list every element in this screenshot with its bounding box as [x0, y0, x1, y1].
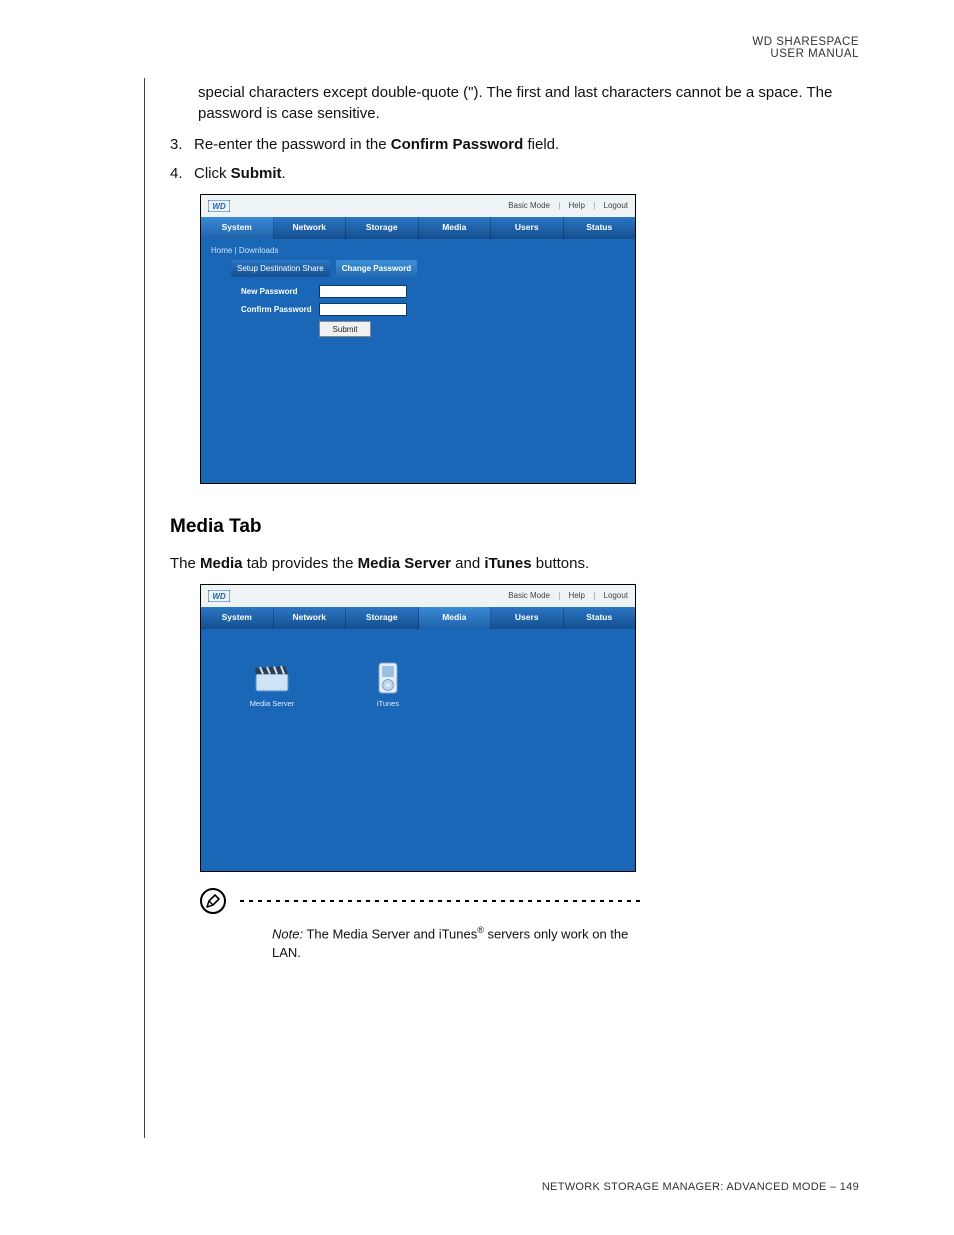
tab-status[interactable]: Status	[564, 607, 636, 629]
media-intro: The Media tab provides the Media Server …	[170, 553, 870, 574]
tab-users[interactable]: Users	[491, 217, 564, 239]
tab-network[interactable]: Network	[274, 607, 347, 629]
label-confirm-password: Confirm Password	[241, 304, 319, 315]
step-num: 3.	[170, 134, 194, 155]
row-confirm-password: Confirm Password	[241, 303, 595, 316]
note-label: Note:	[272, 927, 303, 942]
tab-storage[interactable]: Storage	[346, 607, 419, 629]
password-form: New Password Confirm Password Submit	[201, 283, 635, 353]
ipod-icon	[370, 663, 406, 693]
clapperboard-icon	[254, 663, 290, 693]
page-content: special characters except double-quote (…	[170, 82, 870, 962]
margin-rule	[144, 78, 145, 1138]
tab-media[interactable]: Media	[419, 607, 492, 629]
step-4: 4.Click Submit.	[170, 163, 870, 184]
header-product: WD SHARESPACE	[752, 36, 859, 48]
tab-network[interactable]: Network	[274, 217, 347, 239]
media-icons: Media Server iTunes	[201, 629, 635, 726]
row-new-password: New Password	[241, 285, 595, 298]
label-new-password: New Password	[241, 286, 319, 297]
svg-text:WD: WD	[212, 202, 226, 211]
screenshot-pad	[201, 353, 635, 483]
heading-media-tab: Media Tab	[170, 514, 870, 541]
help-link[interactable]: Help	[569, 591, 585, 600]
subtab-change-password[interactable]: Change Password	[336, 260, 417, 277]
step-num: 4.	[170, 163, 194, 184]
top-links: Basic Mode | Help | Logout	[502, 590, 628, 601]
screenshot-pad	[201, 725, 635, 871]
step-3: 3.Re-enter the password in the Confirm P…	[170, 134, 870, 155]
tab-system[interactable]: System	[201, 607, 274, 629]
app-top-bar: WD Basic Mode | Help | Logout	[201, 585, 635, 607]
app-top-bar: WD Basic Mode | Help | Logout	[201, 195, 635, 217]
page-header: WD SHARESPACE USER MANUAL	[752, 36, 859, 60]
logout-link[interactable]: Logout	[604, 591, 628, 600]
main-tabs: System Network Storage Media Users Statu…	[201, 607, 635, 629]
main-tabs: System Network Storage Media Users Statu…	[201, 217, 635, 239]
note-rule-row	[200, 888, 640, 914]
media-server-button[interactable]: Media Server	[237, 657, 307, 716]
breadcrumb[interactable]: Home | Downloads	[201, 239, 635, 260]
basic-mode-link[interactable]: Basic Mode	[508, 201, 550, 210]
step-list: 3.Re-enter the password in the Confirm P…	[170, 134, 870, 184]
screenshot-media-tab: WD Basic Mode | Help | Logout System Net…	[200, 584, 636, 873]
dotted-rule	[240, 900, 640, 902]
note-block: Note: The Media Server and iTunes® serve…	[200, 888, 640, 962]
tab-users[interactable]: Users	[491, 607, 564, 629]
svg-text:WD: WD	[212, 592, 226, 601]
tab-media[interactable]: Media	[419, 217, 492, 239]
tab-status[interactable]: Status	[564, 217, 636, 239]
basic-mode-link[interactable]: Basic Mode	[508, 591, 550, 600]
tab-system[interactable]: System	[201, 217, 274, 239]
intro-continuation: special characters except double-quote (…	[198, 82, 870, 124]
note-text: Note: The Media Server and iTunes® serve…	[272, 924, 640, 962]
help-link[interactable]: Help	[569, 201, 585, 210]
input-confirm-password[interactable]	[319, 303, 407, 316]
sub-tabs: Setup Destination Share Change Password	[201, 260, 635, 283]
media-server-label: Media Server	[250, 699, 295, 710]
submit-button[interactable]: Submit	[319, 321, 371, 337]
note-pencil-icon	[200, 888, 226, 914]
page-footer: NETWORK STORAGE MANAGER: ADVANCED MODE –…	[542, 1181, 859, 1193]
tab-storage[interactable]: Storage	[346, 217, 419, 239]
logout-link[interactable]: Logout	[604, 201, 628, 210]
wd-logo-icon: WD	[208, 200, 230, 212]
screenshot-change-password: WD Basic Mode | Help | Logout System Net…	[200, 194, 636, 484]
itunes-label: iTunes	[377, 699, 399, 710]
input-new-password[interactable]	[319, 285, 407, 298]
wd-logo-icon: WD	[208, 590, 230, 602]
subtab-destination[interactable]: Setup Destination Share	[231, 260, 330, 277]
top-links: Basic Mode | Help | Logout	[502, 200, 628, 211]
header-doc: USER MANUAL	[752, 48, 859, 60]
itunes-button[interactable]: iTunes	[353, 657, 423, 716]
